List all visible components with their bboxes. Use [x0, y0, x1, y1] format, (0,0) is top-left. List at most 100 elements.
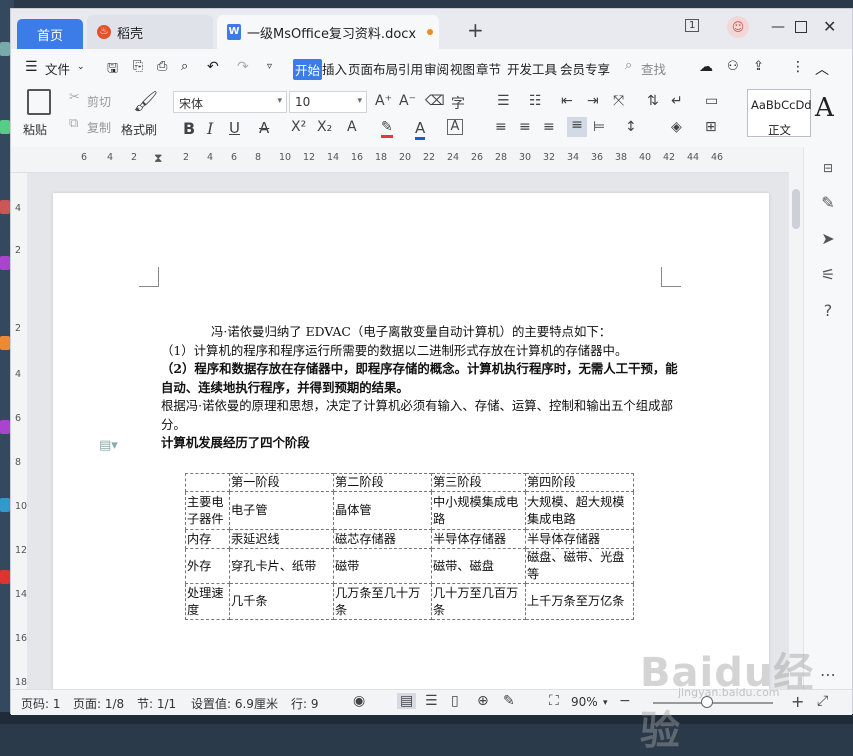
- fit-page-icon[interactable]: ⛶: [549, 693, 559, 709]
- chevron-down-icon[interactable]: ▾: [603, 698, 608, 708]
- table-cell[interactable]: 穿孔卡片、纸带: [229, 548, 334, 584]
- minimize-icon[interactable]: —: [771, 19, 785, 35]
- redo-icon[interactable]: ↷: [237, 59, 249, 75]
- save-icon[interactable]: 🖫: [107, 59, 118, 81]
- table-cell[interactable]: 内存: [185, 529, 230, 549]
- web-view-icon[interactable]: ⊕: [477, 693, 489, 709]
- table-cell[interactable]: 晶体管: [333, 491, 432, 530]
- sidebar-collapse-icon[interactable]: ⊟: [818, 161, 838, 175]
- vertical-ruler[interactable]: 4 2 2 4 6 8 10 12 14 16 18: [11, 173, 27, 693]
- status-setting[interactable]: 设置值: 6.9厘米: [191, 695, 278, 712]
- table-header-cell[interactable]: 第三阶段: [431, 473, 526, 492]
- outline-view-icon[interactable]: ☰: [425, 693, 438, 709]
- bold-icon[interactable]: B: [183, 119, 195, 138]
- table-cell[interactable]: 大规模、超大规模集成电路: [525, 491, 634, 530]
- menu-review[interactable]: 审阅: [424, 59, 449, 78]
- desktop-icon[interactable]: [0, 420, 10, 434]
- preview-icon[interactable]: ⌕: [181, 59, 188, 74]
- maximize-icon[interactable]: [795, 21, 807, 33]
- undo-icon[interactable]: ↶: [207, 59, 219, 75]
- shrink-font-icon[interactable]: A⁻: [399, 93, 416, 109]
- zoom-level[interactable]: 90%: [571, 695, 598, 709]
- font-size-select[interactable]: 10 ▾: [289, 91, 367, 113]
- horizontal-ruler[interactable]: 6 4 2 2 4 6 8 10 12 14 16 18 20 22 24 26 28 30 32 34 36 38 40 4…: [11, 147, 789, 173]
- adjust-sliders-icon[interactable]: ⚟: [818, 265, 838, 284]
- cloud-icon[interactable]: ☁: [699, 59, 713, 75]
- numbered-list-icon[interactable]: ☷: [529, 93, 542, 109]
- document-page[interactable]: ▤▾ 冯·诺依曼归纳了 EDVAC（电子离散变量自动计算机）的主要特点如下： （…: [53, 193, 769, 693]
- desktop-icon[interactable]: [0, 256, 10, 270]
- page-view-icon[interactable]: ▤: [397, 693, 417, 709]
- desktop-icon[interactable]: [0, 200, 10, 214]
- borders-icon[interactable]: ⊞: [705, 119, 717, 135]
- clear-format-icon[interactable]: ⌫: [425, 93, 445, 109]
- table-header-cell[interactable]: 第四阶段: [525, 473, 634, 492]
- status-row[interactable]: 行: 9: [291, 695, 319, 712]
- align-right-icon[interactable]: ≡: [543, 119, 555, 135]
- zoom-out-button[interactable]: −: [619, 693, 631, 709]
- indent-icon[interactable]: ⇥: [587, 93, 599, 109]
- table-cell[interactable]: 中小规模集成电路: [431, 491, 526, 530]
- cut-button[interactable]: 剪切: [87, 93, 111, 110]
- search-label[interactable]: 查找: [641, 59, 666, 78]
- table-cell[interactable]: 汞延迟线: [229, 529, 334, 549]
- table-header-cell[interactable]: [185, 473, 230, 492]
- chinese-layout-icon[interactable]: ⤧: [613, 93, 624, 109]
- quick-access-dropdown-icon[interactable]: ▿: [267, 61, 272, 72]
- menu-insert[interactable]: 插入: [322, 59, 347, 78]
- outdent-icon[interactable]: ⇤: [561, 93, 573, 109]
- desktop-icon[interactable]: [0, 42, 10, 56]
- share-user-icon[interactable]: ⚇: [727, 59, 739, 74]
- justify-icon[interactable]: ≡: [567, 117, 587, 137]
- share-icon[interactable]: ⇪: [753, 59, 764, 74]
- italic-icon[interactable]: I: [207, 119, 213, 138]
- write-view-icon[interactable]: ✎: [503, 693, 515, 709]
- table-cell[interactable]: 几万条至几十万条: [333, 583, 432, 620]
- superscript-icon[interactable]: X²: [291, 119, 306, 135]
- window-count-badge[interactable]: 1: [685, 19, 700, 32]
- status-section[interactable]: 节: 1/1: [137, 695, 176, 712]
- read-view-icon[interactable]: ▯: [451, 693, 459, 709]
- collapse-ribbon-icon[interactable]: ︿: [815, 59, 829, 79]
- strikethrough-icon[interactable]: A: [259, 119, 269, 137]
- search-icon[interactable]: ⌕: [625, 58, 632, 73]
- show-marks-icon[interactable]: ↵: [671, 93, 683, 109]
- status-page-number[interactable]: 页码: 1: [21, 695, 61, 712]
- tab-document[interactable]: W 一级MsOffice复习资料.docx: [217, 15, 439, 49]
- hamburger-icon[interactable]: ☰: [25, 59, 38, 75]
- edit-pen-icon[interactable]: ✎: [818, 193, 838, 212]
- table-cell[interactable]: 磁带、磁盘: [431, 548, 526, 584]
- table-cell[interactable]: 外存: [185, 548, 230, 584]
- scrollbar-thumb[interactable]: [792, 189, 800, 229]
- print-icon[interactable]: ⎙: [157, 59, 167, 74]
- export-icon[interactable]: ⎘: [133, 59, 143, 74]
- grow-font-icon[interactable]: A⁺: [375, 93, 392, 109]
- table-cell[interactable]: 电子管: [229, 491, 334, 530]
- format-painter-button[interactable]: 格式刷: [121, 121, 157, 138]
- menu-page-layout[interactable]: 页面布局: [348, 59, 398, 78]
- bullet-list-icon[interactable]: ☰: [497, 93, 510, 109]
- menu-kaishi[interactable]: 开始: [293, 59, 323, 80]
- align-center-icon[interactable]: ≡: [519, 119, 531, 135]
- chevron-down-icon[interactable]: ⌄: [77, 62, 85, 72]
- paste-icon[interactable]: [27, 89, 51, 115]
- eye-protect-icon[interactable]: ◉: [353, 693, 365, 709]
- avatar-icon[interactable]: ☺: [727, 16, 749, 38]
- highlight-icon[interactable]: ✎: [381, 119, 393, 138]
- indent-marker-icon[interactable]: ⧗: [154, 151, 162, 166]
- menu-chapter[interactable]: 章节: [476, 59, 501, 78]
- font-name-select[interactable]: 宋体 ▾: [173, 91, 287, 113]
- table-cell[interactable]: 半导体存储器: [431, 529, 526, 549]
- desktop-icon[interactable]: [0, 336, 10, 350]
- help-icon[interactable]: ?: [818, 301, 838, 320]
- desktop-icon[interactable]: [0, 498, 10, 512]
- stages-table[interactable]: 第一阶段 第二阶段 第三阶段 第四阶段 主要电子器件 电子管 晶体管 中小规模集…: [185, 473, 634, 620]
- shading-icon[interactable]: ◈: [671, 119, 682, 135]
- close-icon[interactable]: ✕: [823, 17, 836, 36]
- table-cell[interactable]: 几千条: [229, 583, 334, 620]
- table-cell[interactable]: 磁盘、磁带、光盘等: [525, 548, 634, 584]
- desktop-icon[interactable]: [0, 570, 10, 584]
- font-color-icon[interactable]: A: [415, 119, 426, 140]
- vertical-scrollbar[interactable]: [789, 147, 803, 693]
- table-cell[interactable]: 几十万至几百万条: [431, 583, 526, 620]
